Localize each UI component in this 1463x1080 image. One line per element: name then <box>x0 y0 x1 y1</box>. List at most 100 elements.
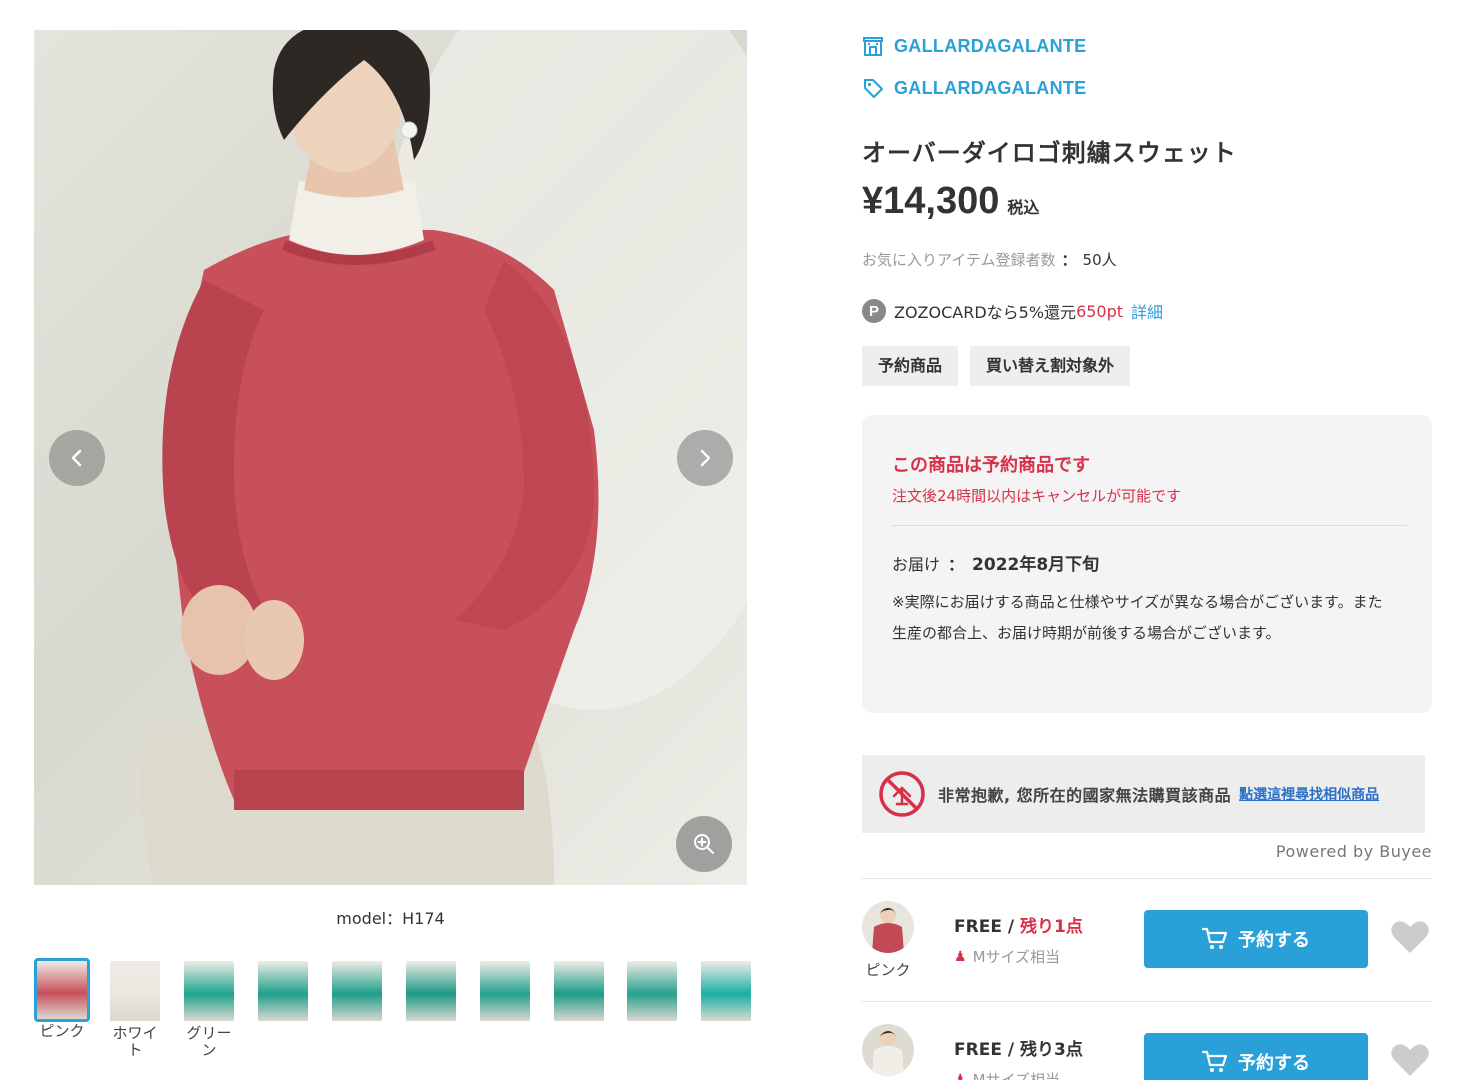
points-detail-link[interactable]: 詳細 <box>1131 299 1163 323</box>
favorites-count-row: お気に入りアイテム登録者数 ： 50人 <box>862 249 1117 270</box>
price-amount: ¥14,300 <box>862 180 1000 222</box>
reserve-button[interactable]: 予約する <box>1144 910 1368 968</box>
thumbnail-7[interactable] <box>551 958 607 1025</box>
delivery-row: お届け ： 2022年8月下旬 <box>892 550 1099 575</box>
chevron-left-icon <box>71 449 82 467</box>
brand-link[interactable]: GALLARDAGALANTE <box>862 75 1086 101</box>
tax-label: 税込 <box>1007 198 1040 217</box>
buyee-similar-link[interactable]: 點選這裡尋找相似商品 <box>1239 784 1379 804</box>
sku-size-stock: FREE / 残り3点 <box>954 1035 1083 1060</box>
sku-color-name: ピンク <box>865 961 911 979</box>
thumbnail-1[interactable]: ホワイト <box>107 958 163 1059</box>
model-caption: model：H174 <box>336 909 445 928</box>
heart-icon <box>1391 921 1429 953</box>
thumbnail-image <box>34 958 90 1022</box>
tag-trade-in-excluded: 買い替え割対象外 <box>970 346 1131 386</box>
reserve-button[interactable]: 予約する <box>1144 1033 1368 1080</box>
shop-link[interactable]: GALLARDAGALANTE <box>862 33 1086 59</box>
no-purchase-icon <box>879 771 925 817</box>
favorite-button[interactable] <box>1390 1042 1430 1080</box>
sku-slash: / <box>1007 917 1015 937</box>
zoom-in-icon <box>694 834 714 854</box>
reservation-info-box: この商品は予約商品です 注文後24時間以内はキャンセルが可能です お届け ： 202… <box>862 415 1432 713</box>
thumbnail-image <box>701 961 751 1021</box>
sku-color-avatar[interactable] <box>862 901 914 953</box>
sku-fit-label: Mサイズ相当 <box>972 1071 1061 1080</box>
tag-reservation: 予約商品 <box>862 346 959 386</box>
cart-icon <box>1202 927 1228 949</box>
favorites-separator: ： <box>1061 251 1077 269</box>
thumbnail-strip: ピンク ホワイト グリーン <box>34 958 754 1080</box>
powered-by-buyee: Powered by Buyee <box>1275 842 1432 861</box>
buyee-message: 非常抱歉, 您所在的國家無法購買該商品 <box>938 786 1232 805</box>
cart-icon <box>1202 1050 1228 1072</box>
price: ¥14,300 税込 <box>862 180 1039 223</box>
reservation-title: この商品は予約商品です <box>892 455 1090 476</box>
product-title: オーバーダイロゴ刺繍スウェット <box>862 139 1237 167</box>
favorites-count: 50人 <box>1082 251 1117 269</box>
points-row: P ZOZOCARDなら5%還元 650pt 詳細 <box>862 299 1163 323</box>
chevron-right-icon <box>700 449 711 467</box>
prev-image-button[interactable] <box>49 430 105 486</box>
sku-row: ピンク FREE / 残り1点 ♟ Mサイズ相当 予約する <box>862 901 1437 1011</box>
thumbnail-image <box>258 961 308 1021</box>
tags: 予約商品 買い替え割対象外 <box>862 346 1142 386</box>
tag-icon <box>864 79 883 98</box>
thumbnail-0[interactable]: ピンク <box>34 958 90 1040</box>
sku-fit: ♟ Mサイズ相当 <box>954 946 1060 967</box>
favorites-label: お気に入りアイテム登録者数 <box>862 251 1056 269</box>
sku-color-avatar[interactable] <box>862 1024 914 1076</box>
sku-thumbnail-image <box>862 901 914 953</box>
thumbnail-image <box>332 961 382 1021</box>
sku-row: FREE / 残り3点 ♟ Mサイズ相当 予約する <box>862 1024 1437 1080</box>
divider <box>862 1001 1432 1002</box>
delivery-label: お届け <box>892 555 941 574</box>
points-value: 650pt <box>1076 301 1124 321</box>
thumbnail-9[interactable] <box>698 958 754 1025</box>
thumbnail-3[interactable] <box>255 958 311 1025</box>
divider <box>862 878 1432 879</box>
thumbnail-image <box>184 961 234 1021</box>
zoom-button[interactable] <box>676 816 732 872</box>
sku-slash: / <box>1007 1040 1015 1060</box>
delivery-separator: ： <box>948 555 965 574</box>
shop-icon <box>863 37 883 56</box>
buyee-notice: 非常抱歉, 您所在的國家無法購買該商品 點選這裡尋找相似商品 <box>862 755 1425 833</box>
heart-icon <box>1391 1044 1429 1076</box>
thumbnail-8[interactable] <box>624 958 680 1025</box>
sku-size-stock: FREE / 残り1点 <box>954 912 1083 937</box>
divider <box>892 525 1407 526</box>
sku-size: FREE <box>954 917 1002 937</box>
brand-name: GALLARDAGALANTE <box>894 77 1087 98</box>
main-product-image[interactable] <box>34 30 747 885</box>
sku-size: FREE <box>954 1040 1002 1060</box>
person-icon: ♟ <box>954 948 967 965</box>
sku-thumbnail-image <box>862 1024 914 1076</box>
thumbnail-2[interactable]: グリーン <box>181 958 237 1059</box>
next-image-button[interactable] <box>677 430 733 486</box>
thumbnail-6[interactable] <box>477 958 533 1025</box>
thumbnail-5[interactable] <box>403 958 459 1025</box>
points-text: ZOZOCARDなら5%還元 <box>894 303 1077 322</box>
person-icon: ♟ <box>954 1071 967 1080</box>
thumbnail-image <box>480 961 530 1021</box>
thumbnail-label: ホワイト <box>112 1024 158 1059</box>
sku-fit-label: Mサイズ相当 <box>972 948 1061 966</box>
favorite-button[interactable] <box>1390 919 1430 959</box>
thumbnail-image <box>554 961 604 1021</box>
sku-stock: 残り1点 <box>1020 917 1083 937</box>
sku-stock: 残り3点 <box>1020 1040 1083 1060</box>
points-icon: P <box>862 299 886 323</box>
thumbnail-image <box>110 961 160 1021</box>
thumbnail-4[interactable] <box>329 958 385 1025</box>
thumbnail-image <box>627 961 677 1021</box>
delivery-value: 2022年8月下旬 <box>972 555 1100 575</box>
thumbnail-image <box>406 961 456 1021</box>
thumbnail-label: ピンク <box>39 1022 85 1040</box>
reserve-button-label: 予約する <box>1238 930 1310 951</box>
shop-name: GALLARDAGALANTE <box>894 35 1087 56</box>
sku-fit: ♟ Mサイズ相当 <box>954 1069 1060 1080</box>
reserve-button-label: 予約する <box>1238 1053 1310 1074</box>
product-photo-illustration <box>140 30 747 885</box>
reservation-note: ※実際にお届けする商品と仕様やサイズが異なる場合がございます。また生産の都合上、… <box>892 593 1383 642</box>
